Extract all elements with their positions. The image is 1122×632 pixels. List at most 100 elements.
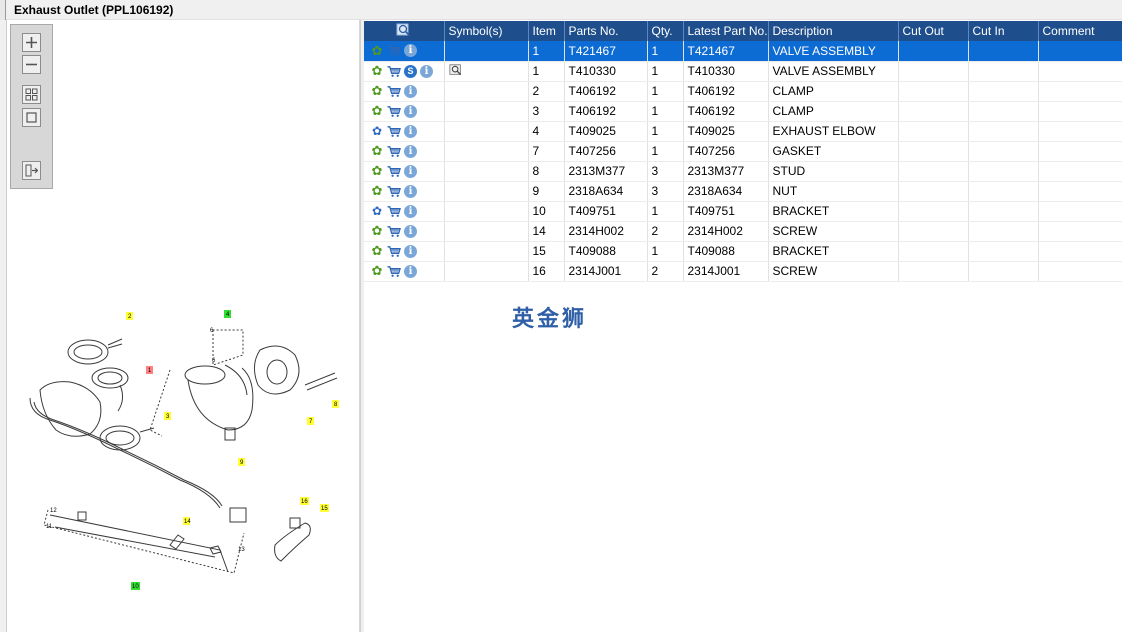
- gear-icon[interactable]: ✿: [370, 184, 384, 198]
- zoom-out-button[interactable]: [22, 55, 41, 74]
- qty-cell: 1: [647, 81, 684, 102]
- magnifier-symbol-icon[interactable]: [448, 63, 463, 77]
- fit-all-button[interactable]: [22, 85, 41, 104]
- gears-icon[interactable]: ✿: [370, 124, 384, 138]
- row-actions: ✿ i: [364, 241, 445, 262]
- info-icon[interactable]: i: [404, 164, 417, 178]
- cart-icon[interactable]: [387, 164, 401, 178]
- gears-icon[interactable]: ✿: [370, 204, 384, 218]
- table-row[interactable]: ✿ i 16 2314J001 2 2314J001 SCREW: [364, 261, 1122, 282]
- column-header-comment[interactable]: Comment: [1038, 21, 1122, 41]
- cart-icon[interactable]: [387, 104, 401, 118]
- export-button[interactable]: [22, 161, 41, 180]
- cart-icon[interactable]: [387, 264, 401, 278]
- column-header-latest-part-no[interactable]: Latest Part No.: [683, 21, 769, 41]
- qty-cell: 1: [647, 41, 684, 62]
- gear-icon[interactable]: ✿: [370, 84, 384, 98]
- comment-cell: [1038, 201, 1122, 222]
- info-icon[interactable]: i: [404, 184, 417, 198]
- info-icon[interactable]: i: [404, 204, 417, 218]
- gear-icon[interactable]: ✿: [370, 224, 384, 238]
- info-icon[interactable]: i: [404, 224, 417, 238]
- gear-icon[interactable]: ✿: [370, 144, 384, 158]
- part-no-cell: 2314H002: [564, 221, 648, 242]
- info-icon[interactable]: i: [404, 244, 417, 258]
- info-icon[interactable]: i: [404, 124, 417, 138]
- symbols-cell: [444, 241, 529, 262]
- info-icon[interactable]: i: [404, 264, 417, 278]
- cart-icon[interactable]: [387, 224, 401, 238]
- comment-cell: [1038, 241, 1122, 262]
- info-icon[interactable]: i: [404, 104, 417, 118]
- gear-icon[interactable]: ✿: [370, 264, 384, 278]
- fit-window-button[interactable]: [22, 108, 41, 127]
- cut-out-cell: [898, 241, 969, 262]
- table-row[interactable]: ✿ i 7 T407256 1 T407256 GASKET: [364, 141, 1122, 162]
- part-no-cell: 2318A634: [564, 181, 648, 202]
- qty-cell: 1: [647, 141, 684, 162]
- cart-icon[interactable]: [387, 124, 401, 138]
- item-cell: 4: [528, 121, 565, 142]
- symbols-cell: [444, 201, 529, 222]
- description-cell: BRACKET: [768, 241, 899, 262]
- column-header-item[interactable]: Item: [528, 21, 565, 41]
- cut-out-cell: [898, 161, 969, 182]
- table-row[interactable]: ✿ i 15 T409088 1 T409088 BRACKET: [364, 241, 1122, 262]
- svg-text:14: 14: [184, 519, 191, 525]
- table-row[interactable]: ✿ Si 1 T410330 1 T410330 VALVE ASSEMBLY: [364, 61, 1122, 82]
- s-badge-icon[interactable]: S: [404, 64, 417, 78]
- info-icon[interactable]: i: [404, 84, 417, 98]
- table-row[interactable]: ✿ i 3 T406192 1 T406192 CLAMP: [364, 101, 1122, 122]
- info-icon[interactable]: i: [404, 144, 417, 158]
- description-cell: CLAMP: [768, 81, 899, 102]
- cut-out-cell: [898, 141, 969, 162]
- latest-part-no-cell: 2318A634: [683, 181, 769, 202]
- svg-text:12: 12: [50, 508, 57, 514]
- titlebar-edge: [0, 0, 6, 20]
- qty-cell: 3: [647, 161, 684, 182]
- qty-cell: 2: [647, 221, 684, 242]
- column-header-symbols[interactable]: Symbol(s): [444, 21, 529, 41]
- column-header-parts-no[interactable]: Parts No.: [564, 21, 648, 41]
- item-cell: 7: [528, 141, 565, 162]
- row-actions: ✿ i: [364, 161, 445, 182]
- latest-part-no-cell: T406192: [683, 81, 769, 102]
- table-row[interactable]: ✿ i 1 T421467 1 T421467 VALVE ASSEMBLY: [364, 41, 1122, 62]
- column-header-description[interactable]: Description: [768, 21, 899, 41]
- column-header-cut-out[interactable]: Cut Out: [898, 21, 969, 41]
- gear-icon[interactable]: ✿: [370, 164, 384, 178]
- table-row[interactable]: ✿ i 8 2313M377 3 2313M377 STUD: [364, 161, 1122, 182]
- qty-cell: 2: [647, 261, 684, 282]
- gear-icon[interactable]: ✿: [370, 104, 384, 118]
- gear-icon[interactable]: ✿: [370, 64, 384, 78]
- comment-cell: [1038, 221, 1122, 242]
- zoom-in-button[interactable]: [22, 33, 41, 52]
- cart-icon[interactable]: [387, 64, 401, 78]
- cart-icon[interactable]: [387, 144, 401, 158]
- table-row[interactable]: ✿ i 9 2318A634 3 2318A634 NUT: [364, 181, 1122, 202]
- gear-icon[interactable]: ✿: [370, 43, 384, 58]
- comment-cell: [1038, 81, 1122, 102]
- column-header-qty[interactable]: Qty.: [647, 21, 684, 41]
- left-edge-strip: [0, 20, 7, 632]
- table-row[interactable]: ✿ i 4 T409025 1 T409025 EXHAUST ELBOW: [364, 121, 1122, 142]
- cart-icon[interactable]: [387, 204, 401, 218]
- info-icon[interactable]: i: [404, 44, 417, 58]
- table-row[interactable]: ✿ i 10 T409751 1 T409751 BRACKET: [364, 201, 1122, 222]
- table-row[interactable]: ✿ i 2 T406192 1 T406192 CLAMP: [364, 81, 1122, 102]
- cart-icon[interactable]: [387, 184, 401, 198]
- column-header-cut-in[interactable]: Cut In: [968, 21, 1039, 41]
- cart-icon[interactable]: [387, 244, 401, 258]
- description-cell: BRACKET: [768, 201, 899, 222]
- comment-cell: [1038, 121, 1122, 142]
- gear-icon[interactable]: ✿: [370, 244, 384, 258]
- minus-icon: [26, 63, 37, 66]
- table-row[interactable]: ✿ i 14 2314H002 2 2314H002 SCREW: [364, 221, 1122, 242]
- cart-icon[interactable]: [387, 44, 401, 58]
- info-icon[interactable]: i: [420, 64, 433, 78]
- latest-part-no-cell: T410330: [683, 61, 769, 82]
- cart-icon[interactable]: [387, 84, 401, 98]
- part-no-cell: T421467: [564, 41, 648, 62]
- column-header-icons[interactable]: [364, 21, 445, 41]
- latest-part-no-cell: T421467: [683, 41, 769, 62]
